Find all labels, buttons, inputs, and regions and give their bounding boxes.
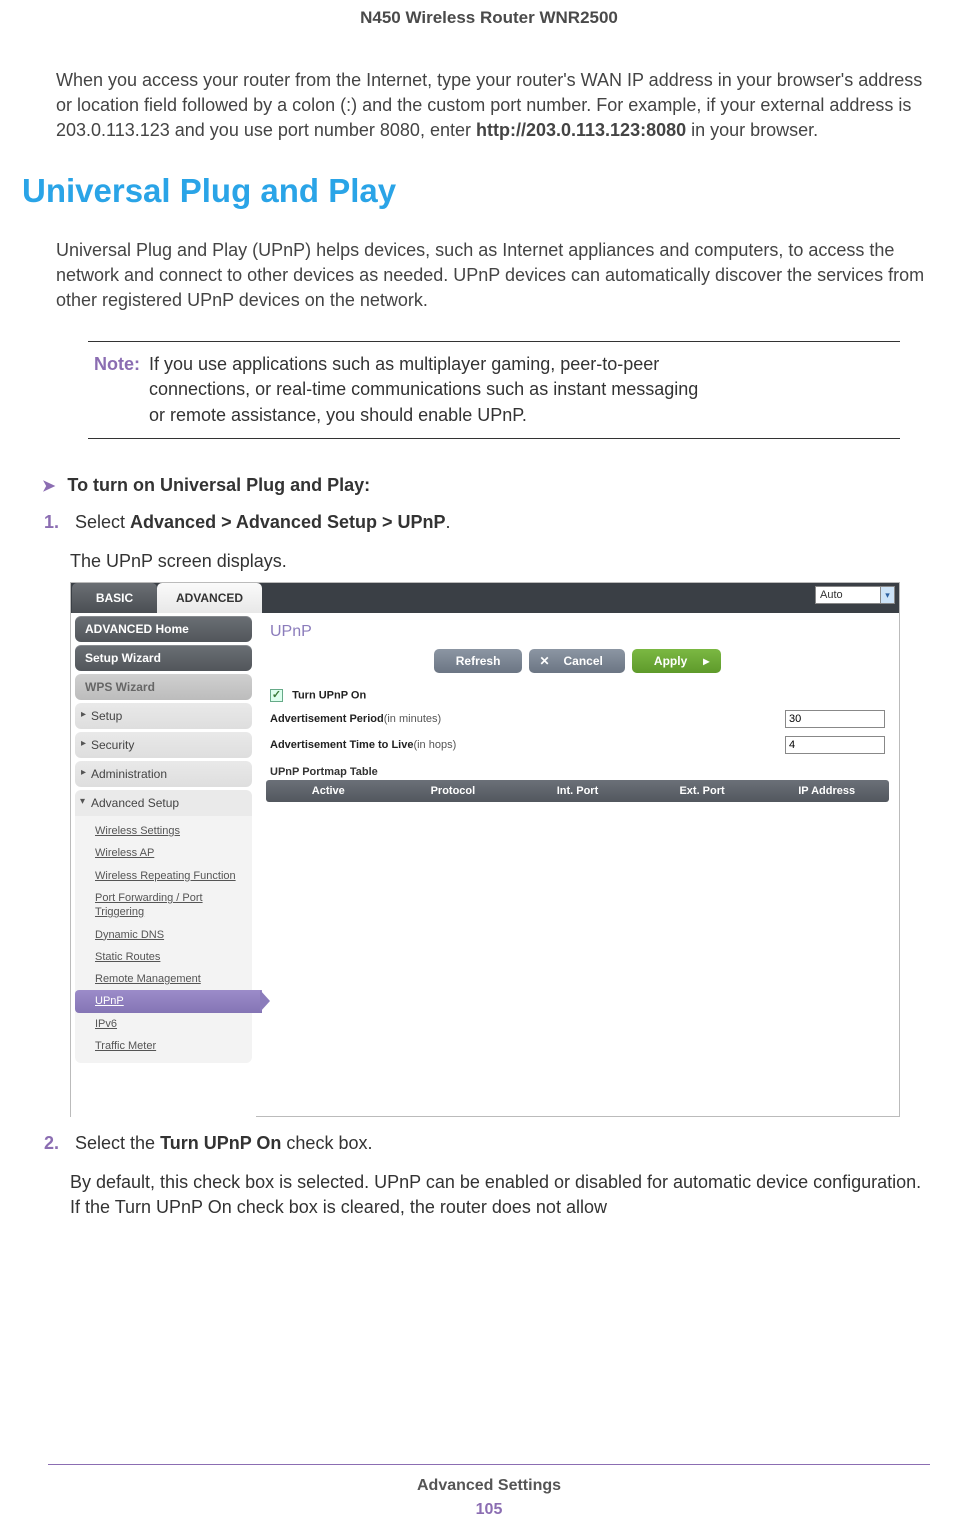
adv-period-unit: (in minutes) bbox=[384, 713, 441, 725]
step-2-post: check box. bbox=[281, 1133, 372, 1153]
language-auto-dropdown[interactable]: Auto ▾ bbox=[815, 586, 895, 604]
action-button-row: Refresh Cancel Apply bbox=[266, 649, 889, 673]
footer-section-name: Advanced Settings bbox=[0, 1477, 978, 1495]
step-2-bold: Turn UPnP On bbox=[160, 1133, 281, 1153]
note-text: If you use applications such as multipla… bbox=[149, 352, 709, 428]
sidebar-item-security[interactable]: Security bbox=[75, 732, 252, 758]
intro-url-bold: http://203.0.113.123:8080 bbox=[476, 120, 686, 140]
sidebar-item-advanced-home[interactable]: ADVANCED Home bbox=[75, 616, 252, 642]
turn-upnp-on-row: ✓ Turn UPnP On bbox=[266, 685, 889, 706]
procedure-heading: ➤ To turn on Universal Plug and Play: bbox=[42, 475, 930, 496]
portmap-table-header: Active Protocol Int. Port Ext. Port IP A… bbox=[266, 780, 889, 802]
apply-button[interactable]: Apply bbox=[632, 649, 721, 673]
step-1-post: . bbox=[445, 512, 450, 532]
intro-paragraph: When you access your router from the Int… bbox=[48, 68, 930, 144]
cancel-button[interactable]: Cancel bbox=[529, 649, 624, 673]
doc-header-title: N450 Wireless Router WNR2500 bbox=[48, 0, 930, 68]
sub-static-routes[interactable]: Static Routes bbox=[75, 946, 252, 968]
col-active: Active bbox=[266, 785, 391, 797]
step-1: 1. Select Advanced > Advanced Setup > UP… bbox=[48, 510, 930, 535]
chevron-down-icon: ▾ bbox=[880, 587, 894, 603]
main-panel: UPnP Refresh Cancel Apply ✓ Turn UPnP On… bbox=[256, 613, 899, 1118]
sidebar-sublist: Wireless Settings Wireless AP Wireless R… bbox=[75, 816, 252, 1063]
adv-ttl-input[interactable] bbox=[785, 736, 885, 754]
step-1-bold: Advanced > Advanced Setup > UPnP bbox=[130, 512, 445, 532]
step-2-pre: Select the bbox=[75, 1133, 160, 1153]
adv-period-label: Advertisement Period bbox=[270, 713, 384, 725]
step-1-number: 1. bbox=[44, 510, 70, 535]
adv-period-row: Advertisement Period(in minutes) bbox=[266, 706, 889, 732]
sidebar-item-wps-wizard[interactable]: WPS Wizard bbox=[75, 674, 252, 700]
sidebar: ADVANCED Home Setup Wizard WPS Wizard Se… bbox=[71, 613, 256, 1118]
col-ext-port: Ext. Port bbox=[640, 785, 765, 797]
turn-upnp-on-checkbox[interactable]: ✓ bbox=[270, 689, 283, 702]
step-2-sub: By default, this check box is selected. … bbox=[48, 1170, 930, 1220]
refresh-button[interactable]: Refresh bbox=[434, 649, 523, 673]
tab-advanced[interactable]: ADVANCED bbox=[157, 583, 262, 613]
note-callout: Note: If you use applications such as mu… bbox=[88, 341, 900, 439]
col-ip-address: IP Address bbox=[764, 785, 889, 797]
page-footer: Advanced Settings 105 bbox=[0, 1464, 978, 1519]
section-para: Universal Plug and Play (UPnP) helps dev… bbox=[48, 238, 930, 314]
sub-traffic-meter[interactable]: Traffic Meter bbox=[75, 1035, 252, 1057]
sidebar-item-setup-wizard[interactable]: Setup Wizard bbox=[75, 645, 252, 671]
footer-divider bbox=[48, 1464, 930, 1465]
col-int-port: Int. Port bbox=[515, 785, 640, 797]
adv-ttl-label: Advertisement Time to Live bbox=[270, 739, 413, 751]
tab-basic[interactable]: BASIC bbox=[72, 583, 157, 613]
col-protocol: Protocol bbox=[391, 785, 516, 797]
step-1-sub: The UPnP screen displays. bbox=[48, 549, 930, 574]
sub-ipv6[interactable]: IPv6 bbox=[75, 1013, 252, 1035]
sidebar-item-setup[interactable]: Setup bbox=[75, 703, 252, 729]
footer-page-number: 105 bbox=[0, 1501, 978, 1519]
sub-wireless-repeating[interactable]: Wireless Repeating Function bbox=[75, 865, 252, 887]
procedure-title: To turn on Universal Plug and Play: bbox=[67, 475, 370, 495]
note-label: Note: bbox=[94, 352, 140, 377]
intro-text-b: in your browser. bbox=[686, 120, 818, 140]
top-tab-bar: BASIC ADVANCED bbox=[71, 583, 899, 613]
adv-period-input[interactable] bbox=[785, 710, 885, 728]
turn-upnp-on-label: Turn UPnP On bbox=[292, 689, 366, 701]
section-heading-upnp: Universal Plug and Play bbox=[22, 172, 930, 210]
step-2-number: 2. bbox=[44, 1131, 70, 1156]
sub-wireless-ap[interactable]: Wireless AP bbox=[75, 842, 252, 864]
auto-dropdown-value: Auto bbox=[820, 589, 843, 601]
sidebar-item-administration[interactable]: Administration bbox=[75, 761, 252, 787]
step-1-pre: Select bbox=[75, 512, 130, 532]
portmap-table-title: UPnP Portmap Table bbox=[266, 758, 889, 780]
upnp-admin-screenshot: BASIC ADVANCED Auto ▾ ADVANCED Home Setu… bbox=[70, 582, 900, 1117]
sub-dynamic-dns[interactable]: Dynamic DNS bbox=[75, 924, 252, 946]
adv-ttl-unit: (in hops) bbox=[413, 739, 456, 751]
sub-wireless-settings[interactable]: Wireless Settings bbox=[75, 820, 252, 842]
sub-upnp[interactable]: UPnP bbox=[75, 990, 262, 1012]
page-title: UPnP bbox=[266, 619, 889, 649]
adv-ttl-row: Advertisement Time to Live(in hops) bbox=[266, 732, 889, 758]
step-2: 2. Select the Turn UPnP On check box. bbox=[48, 1131, 930, 1156]
sub-remote-management[interactable]: Remote Management bbox=[75, 968, 252, 990]
sub-port-forwarding[interactable]: Port Forwarding / Port Triggering bbox=[75, 887, 252, 924]
chevron-right-icon: ➤ bbox=[42, 476, 55, 496]
sidebar-item-advanced-setup[interactable]: Advanced Setup bbox=[75, 790, 252, 816]
